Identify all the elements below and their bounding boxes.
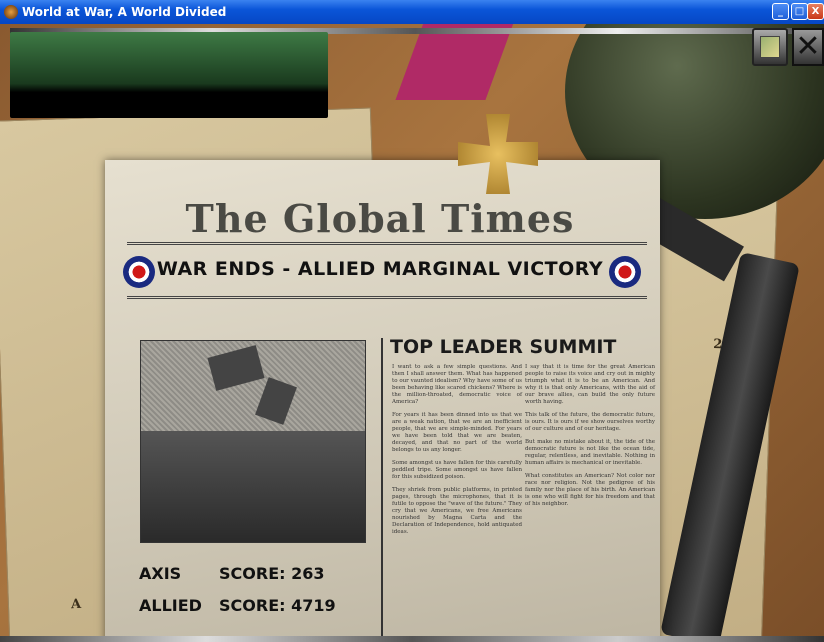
window-close-button[interactable]: X	[807, 3, 824, 20]
window-titlebar: World at War, A World Divided _ □ X	[0, 0, 824, 24]
news-photo	[140, 340, 366, 543]
game-view: A 2 3 4 The Global Times WAR ENDS - ALLI…	[0, 24, 824, 642]
medal-ribbon	[395, 24, 515, 100]
allied-score: SCORE: 4719	[219, 596, 336, 615]
paragraph: What constitutes an American? Not color …	[525, 473, 655, 507]
allied-label: ALLIED	[139, 596, 202, 615]
window-title: World at War, A World Divided	[22, 5, 227, 19]
map-icon	[760, 36, 780, 58]
axis-label: AXIS	[139, 564, 182, 583]
status-panel	[10, 32, 328, 118]
article-column-1: I want to ask a few simple questions. An…	[392, 364, 522, 542]
close-icon: ✕	[795, 29, 821, 64]
map-grid-label: A	[70, 596, 82, 613]
headline: WAR ENDS - ALLIED MARGINAL VICTORY	[156, 258, 604, 280]
app-icon	[4, 5, 18, 19]
score-panel: AXIS SCORE: 263 ALLIED SCORE: 4719	[139, 558, 336, 622]
axis-score: SCORE: 263	[219, 564, 325, 583]
paragraph: Some amongst us have fallen for this car…	[392, 460, 522, 480]
raf-roundel-icon	[609, 256, 641, 288]
divider	[127, 296, 647, 299]
newspaper: The Global Times WAR ENDS - ALLIED MARGI…	[105, 160, 660, 642]
article-title: TOP LEADER SUMMIT	[390, 336, 617, 358]
paragraph: This talk of the future, the democratic …	[525, 412, 655, 432]
maximize-button[interactable]: □	[791, 3, 808, 20]
paragraph: They shriek from public platforms, in pr…	[392, 487, 522, 535]
paragraph: But make no mistake about it, the tide o…	[525, 439, 655, 466]
exit-button[interactable]: ✕	[792, 28, 824, 66]
map-button[interactable]	[752, 28, 788, 66]
paragraph: I want to ask a few simple questions. An…	[392, 364, 522, 405]
paragraph: I say that it is time for the great Amer…	[525, 364, 655, 405]
divider	[127, 242, 647, 245]
bottom-frame-bar	[0, 636, 824, 642]
column-divider	[381, 338, 383, 642]
raf-roundel-icon	[123, 256, 155, 288]
article-column-2: I say that it is time for the great Amer…	[525, 364, 655, 514]
minimize-button[interactable]: _	[772, 3, 789, 20]
newspaper-masthead: The Global Times	[185, 196, 575, 241]
paragraph: For years it has been dinned into us tha…	[392, 412, 522, 453]
